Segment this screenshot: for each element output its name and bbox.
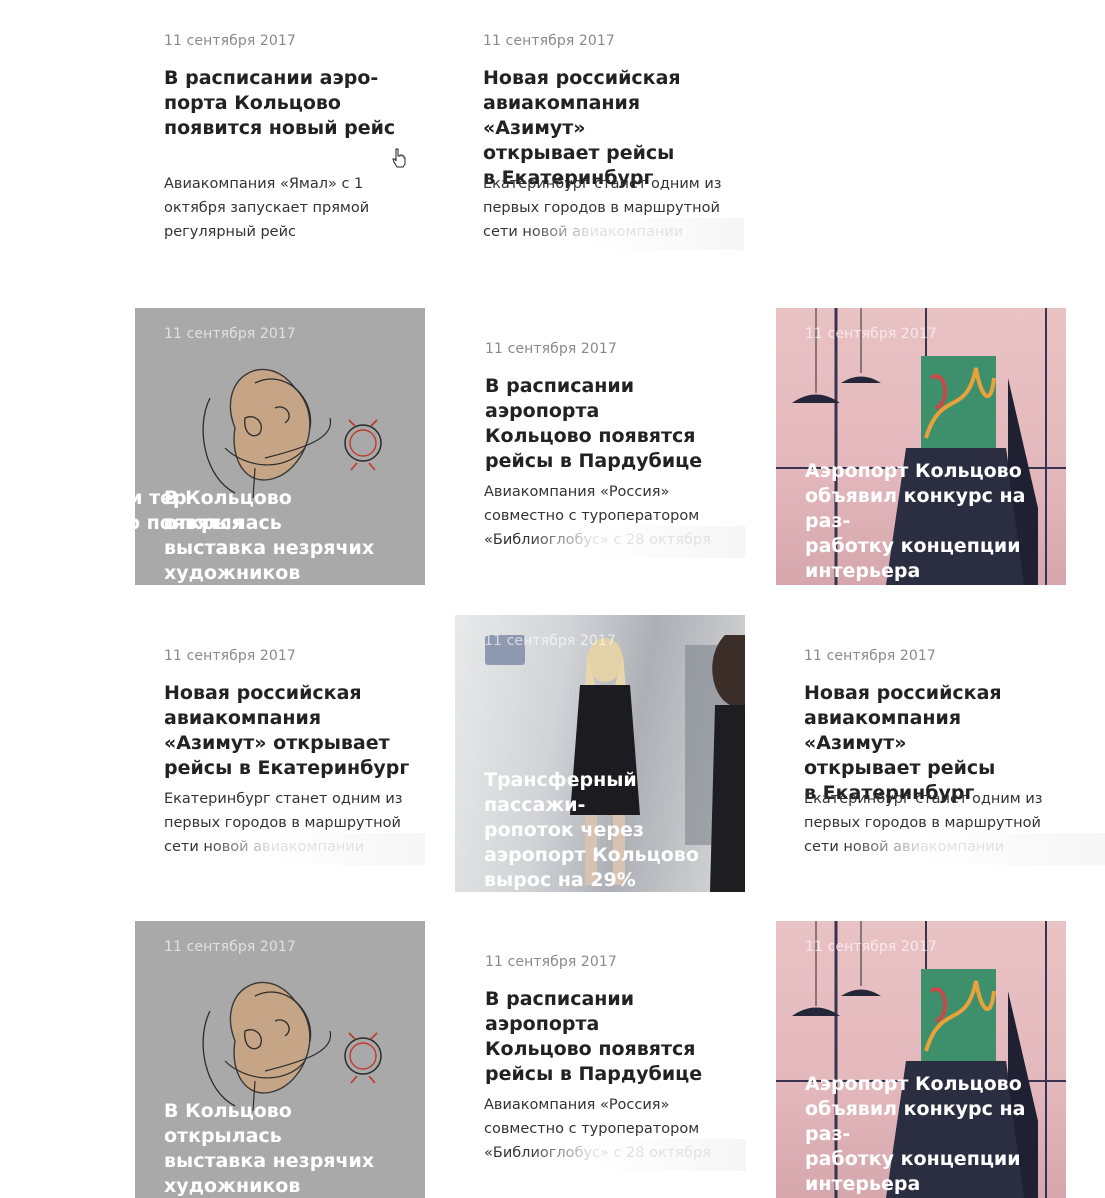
news-title[interactable]: Аэропорт Кольцово объявил конкурс на раз… [805,459,1055,584]
news-title[interactable]: Аэропорт Кольцово объявил конкурс на раз… [805,1072,1055,1197]
news-title[interactable]: Трансферный пассажи- ропоток через аэроп… [484,768,734,892]
news-title[interactable]: В Кольцово открылась выставка незрячих х… [164,1099,414,1198]
news-date: 11 сентября 2017 [804,648,936,664]
news-card-9[interactable]: 11 сентября 2017 В Кольцово открылась вы… [135,921,425,1198]
news-card-6[interactable]: 11 сентября 2017 Новая российская авиако… [135,630,425,875]
news-date: 11 сентября 2017 [483,33,615,49]
news-title[interactable]: В расписании аэропорта Кольцово появятся… [485,987,745,1087]
news-card-7[interactable]: 11 сентября 2017 Трансферный пассажи- ро… [455,615,745,892]
news-date: 11 сентября 2017 [164,939,296,955]
news-card-11[interactable]: 11 сентября 2017 Аэропорт Кольцово объяв… [776,921,1066,1198]
news-date: 11 сентября 2017 [164,326,296,342]
excerpt-fade [845,833,1105,865]
pointer-cursor-icon [392,148,406,168]
news-date: 11 сентября 2017 [805,939,937,955]
news-title[interactable]: Новая российская авиакомпания «Азимут» о… [164,681,414,781]
news-date: 11 сентября 2017 [484,633,616,649]
news-date: 11 сентября 2017 [164,33,296,49]
excerpt-fade [524,218,744,250]
news-card-5[interactable]: 11 сентября 2017 Аэропорт Кольцово объяв… [776,308,1066,585]
news-date: 11 сентября 2017 [164,648,296,664]
news-date: 11 сентября 2017 [485,954,617,970]
news-date: 11 сентября 2017 [485,341,617,357]
excerpt-fade [526,526,746,558]
news-card-1[interactable]: 11 сентября 2017 В расписании аэро- порт… [135,15,425,260]
news-card-8[interactable]: 11 сентября 2017 Новая российская авиако… [775,630,1105,875]
news-title[interactable]: В Кольцово открылась выставка незрячих х… [164,486,414,585]
news-card-2[interactable]: 11 сентября 2017 Новая российская авиако… [454,15,744,260]
news-card-4[interactable]: 11 сентября 2017 В расписании аэропорта … [456,323,746,568]
excerpt-fade [526,1139,746,1171]
news-date: 11 сентября 2017 [805,326,937,342]
excerpt-fade [205,833,425,865]
news-card-10[interactable]: 11 сентября 2017 В расписании аэропорта … [456,936,746,1181]
news-title[interactable]: В расписании аэро- порта Кольцово появит… [164,66,404,141]
news-excerpt: Авиакомпания «Ямал» с 1 октября запускае… [164,176,370,240]
news-card-3[interactable]: 11 сентября 2017 м тер о появятся В Коль… [135,308,425,585]
news-title[interactable]: В расписании аэропорта Кольцово появятся… [485,374,745,474]
